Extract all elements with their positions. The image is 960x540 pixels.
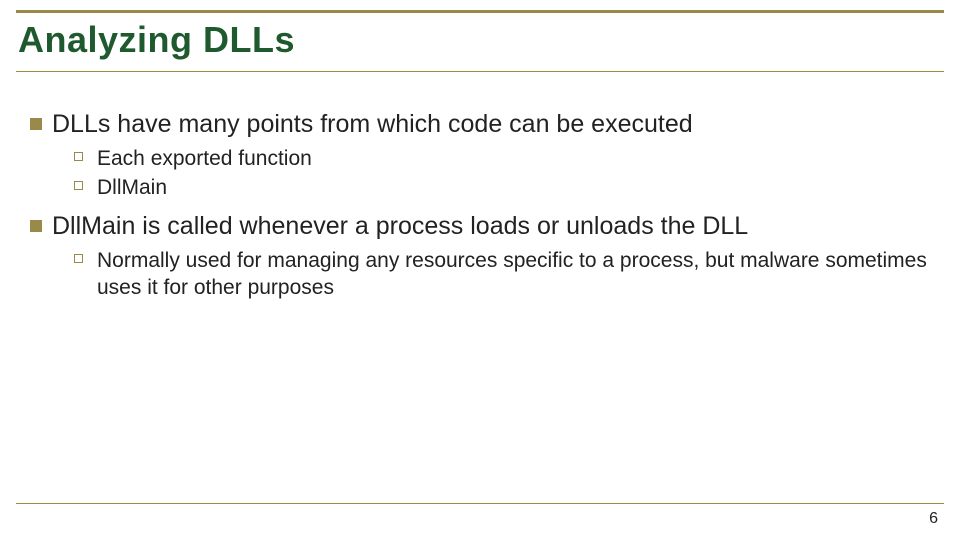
bullet-level1: DllMain is called whenever a process loa… <box>30 212 930 241</box>
hollow-square-bullet-icon <box>74 181 83 190</box>
subbullet-text: Each exported function <box>97 145 312 172</box>
subbullet-group: Normally used for managing any resources… <box>74 247 930 302</box>
slide: Analyzing DLLs DLLs have many points fro… <box>0 0 960 540</box>
square-bullet-icon <box>30 118 42 130</box>
footer-divider <box>16 503 944 504</box>
slide-title: Analyzing DLLs <box>16 19 944 61</box>
subbullet-text: DllMain <box>97 174 167 201</box>
hollow-square-bullet-icon <box>74 254 83 263</box>
hollow-square-bullet-icon <box>74 152 83 161</box>
bullet-level2: Each exported function <box>74 145 930 172</box>
bullet-level2: Normally used for managing any resources… <box>74 247 930 302</box>
bullet-level2: DllMain <box>74 174 930 201</box>
bullet-text: DLLs have many points from which code ca… <box>52 110 693 139</box>
square-bullet-icon <box>30 220 42 232</box>
bullet-text: DllMain is called whenever a process loa… <box>52 212 748 241</box>
slide-body: DLLs have many points from which code ca… <box>30 100 930 311</box>
subbullet-group: Each exported function DllMain <box>74 145 930 202</box>
title-container: Analyzing DLLs <box>16 10 944 72</box>
bullet-level1: DLLs have many points from which code ca… <box>30 110 930 139</box>
page-number: 6 <box>929 510 938 528</box>
subbullet-text: Normally used for managing any resources… <box>97 247 930 302</box>
